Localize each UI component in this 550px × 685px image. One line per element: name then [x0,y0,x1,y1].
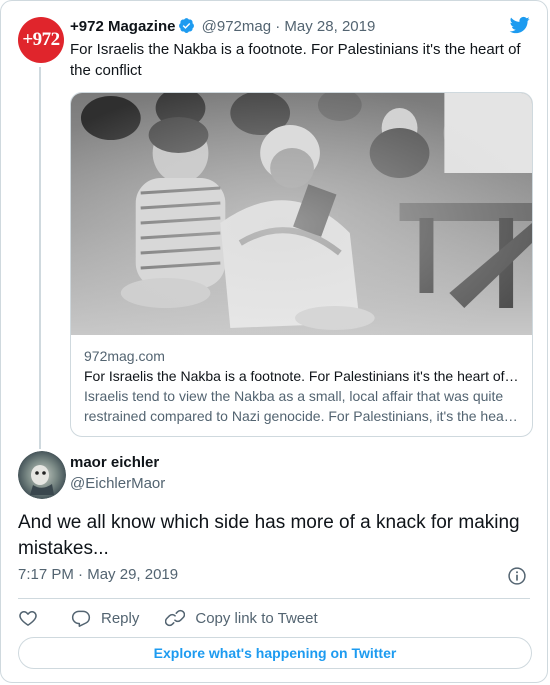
tweet-time: 7:17 PM [18,566,74,583]
tweet-date: May 29, 2019 [87,566,179,583]
article-photo [71,93,532,335]
link-card-text: 972mag.com For Israelis the Nakba is a f… [71,335,532,426]
tweet-handle[interactable]: @EichlerMaor [70,475,165,492]
parent-display-name[interactable]: +972 Magazine [70,18,175,35]
tweet-timestamp[interactable]: 7:17 PM · May 29, 2019 [18,566,178,583]
divider [18,598,530,599]
tweet-actions: Reply Copy link to Tweet [18,606,318,630]
parent-date[interactable]: May 28, 2019 [284,18,375,35]
info-icon[interactable] [507,566,527,586]
link-card-domain: 972mag.com [84,348,165,364]
avatar-972mag[interactable]: +972 [18,17,64,63]
separator-dot: · [78,566,84,583]
reply-label: Reply [101,609,140,627]
reply-icon [71,610,91,627]
twitter-logo-icon[interactable] [509,15,531,35]
avatar-972-text: +972 [22,29,60,50]
embedded-tweet-card: +972 +972 Magazine @972mag · May 28, 201… [0,0,548,683]
avatar-maor-eichler[interactable] [18,451,66,499]
parent-tweet-text: For Israelis the Nakba is a footnote. Fo… [70,41,521,79]
heart-icon [19,610,37,626]
link-card-title: For Israelis the Nakba is a footnote. Fo… [84,368,519,384]
tweet-text: And we all know which side has more of a… [18,512,520,559]
like-button[interactable] [18,608,38,628]
copy-link-label: Copy link to Tweet [195,609,318,627]
thread-connector-line [39,67,41,449]
tweet-display-name[interactable]: maor eichler [70,454,159,471]
explore-twitter-button[interactable]: Explore what's happening on Twitter [18,637,532,669]
parent-handle[interactable]: @972mag [202,18,271,35]
verified-badge-icon [179,18,195,33]
link-icon [165,609,186,627]
copy-link-button[interactable]: Copy link to Tweet [165,608,318,628]
explore-label: Explore what's happening on Twitter [153,645,397,661]
separator-dot: · [275,18,281,35]
link-preview-card[interactable]: 972mag.com For Israelis the Nakba is a f… [70,92,533,437]
reply-button[interactable]: Reply [71,608,139,628]
parent-tweet-header: +972 Magazine @972mag · May 28, 2019 [70,17,375,37]
link-card-description: Israelis tend to view the Nakba as a sma… [84,388,513,424]
